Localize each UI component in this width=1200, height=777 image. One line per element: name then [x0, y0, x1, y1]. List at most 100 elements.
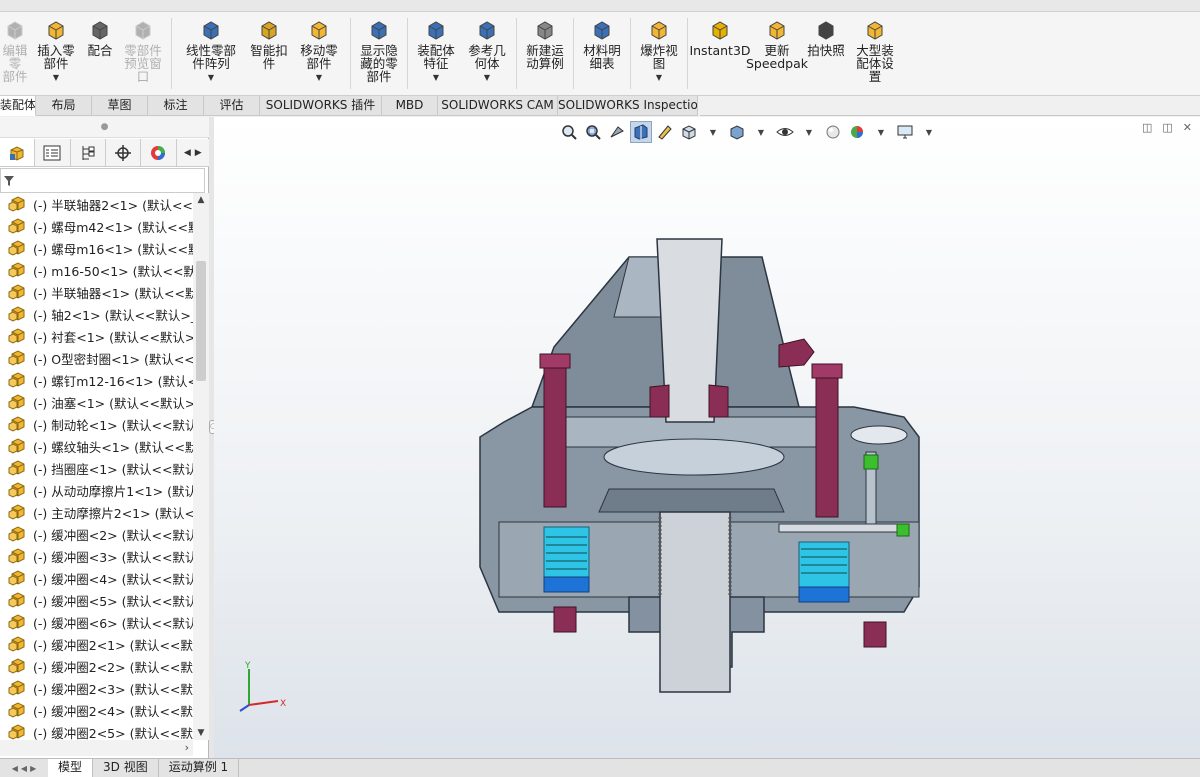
- chevron-down-icon[interactable]: ▼: [656, 71, 662, 84]
- tab-6[interactable]: MBD: [382, 96, 438, 116]
- pad-right: [798, 586, 850, 603]
- bottom-tab-nav[interactable]: ◀ ◀ ▶: [0, 759, 48, 777]
- tab-scroll-arrows[interactable]: ◀ ▶: [177, 139, 209, 166]
- scrollbar-thumb[interactable]: [196, 261, 206, 381]
- reference-geometry-button[interactable]: 参考几 何体 ▼: [461, 12, 513, 95]
- assembly-features-button[interactable]: 装配体 特征 ▼: [411, 12, 461, 95]
- tree-vertical-scrollbar[interactable]: ▲ ▼: [193, 193, 209, 740]
- linear-pattern-button[interactable]: 线性零部 件阵列 ▼: [175, 12, 247, 95]
- tree-item[interactable]: (-) 从动动摩擦片1<1> (默认<: [0, 479, 193, 501]
- tree-item[interactable]: (-) 挡圈座<1> (默认<<默认>: [0, 457, 193, 479]
- tab-4[interactable]: 评估: [204, 96, 260, 116]
- scroll-right-icon[interactable]: ›: [185, 741, 189, 754]
- chevron-down-icon[interactable]: ▼: [484, 71, 490, 84]
- bottom-tab-2[interactable]: 运动算例 1: [158, 759, 240, 777]
- first-tab-icon[interactable]: ◀: [12, 764, 18, 773]
- nut[interactable]: [778, 338, 815, 368]
- assembly-model-view[interactable]: Y X: [214, 117, 1200, 758]
- chevron-down-icon[interactable]: ▼: [53, 71, 59, 84]
- tree-item[interactable]: (-) 衬套<1> (默认<<默认>_显: [0, 325, 193, 347]
- feature-manager-tab[interactable]: [0, 139, 36, 166]
- tree-item[interactable]: (-) 缓冲圈<5> (默认<<默认>: [0, 589, 193, 611]
- tree-item[interactable]: (-) 缓冲圈2<2> (默认<<默认: [0, 655, 193, 677]
- tree-item[interactable]: (-) 缓冲圈2<3> (默认<<默认: [0, 677, 193, 699]
- tree-item[interactable]: (-) 缓冲圈<2> (默认<<默认>: [0, 523, 193, 545]
- tree-item[interactable]: (-) 制动轮<1> (默认<<默认>: [0, 413, 193, 435]
- bolt-left[interactable]: [543, 361, 567, 508]
- tree-item[interactable]: (-) 缓冲圈<3> (默认<<默认>: [0, 545, 193, 567]
- ribbon-button-label: 零部件 预览窗 口: [124, 43, 162, 84]
- update-speedpak-button[interactable]: 更新 Speedpak: [746, 12, 808, 95]
- chevron-down-icon[interactable]: ▼: [433, 71, 439, 84]
- tab-7[interactable]: SOLIDWORKS CAM: [438, 96, 558, 116]
- tab-5[interactable]: SOLIDWORKS 插件: [260, 96, 382, 116]
- show-hidden-button[interactable]: 显示隐 藏的零 部件: [354, 12, 404, 95]
- chevron-down-icon[interactable]: ▼: [316, 71, 322, 84]
- snapshot-button[interactable]: 拍快照: [805, 12, 847, 95]
- instant3d-button[interactable]: Instant3D: [689, 12, 751, 95]
- component-preview-button[interactable]: 零部件 预览窗 口: [118, 12, 168, 95]
- tree-item[interactable]: (-) m16-50<1> (默认<<默认: [0, 259, 193, 281]
- tree-item-label: (-) 主动摩擦片2<1> (默认<<默: [33, 505, 193, 521]
- bottom-tab-1[interactable]: 3D 视图: [93, 759, 159, 777]
- tree-item-label: (-) 挡圈座<1> (默认<<默认>: [33, 461, 193, 477]
- crosshair-icon: [115, 144, 132, 161]
- tree-item[interactable]: (-) 螺钉m12-16<1> (默认<<: [0, 369, 193, 391]
- tree-item[interactable]: (-) 缓冲圈<6> (默认<<默认>: [0, 611, 193, 633]
- tree-item[interactable]: (-) 缓冲圈2<1> (默认<<默认: [0, 633, 193, 655]
- assembly-section-model[interactable]: [479, 238, 920, 693]
- tab-3[interactable]: 标注: [148, 96, 204, 116]
- tree-item[interactable]: (-) 螺母m16<1> (默认<<默认: [0, 237, 193, 259]
- new-motion-study-icon: [537, 21, 553, 40]
- scroll-down-icon[interactable]: ▼: [193, 728, 209, 738]
- tab-2[interactable]: 草图: [92, 96, 148, 116]
- tree-item[interactable]: (-) 油塞<1> (默认<<默认>_显: [0, 391, 193, 413]
- tree-item[interactable]: (-) O型密封圈<1> (默认<<默: [0, 347, 193, 369]
- dimxpert-manager-tab[interactable]: [106, 139, 142, 166]
- display-manager-tab[interactable]: [141, 139, 177, 166]
- bottom-bolt-right[interactable]: [863, 621, 887, 648]
- tree-item[interactable]: (-) 缓冲圈<4> (默认<<默认>: [0, 567, 193, 589]
- large-assembly-button[interactable]: 大型装 配体设 置: [847, 12, 903, 95]
- tree-item[interactable]: (-) 螺母m42<1> (默认<<默认: [0, 215, 193, 237]
- bottom-tab-0[interactable]: 模型: [48, 759, 94, 777]
- mate-button[interactable]: 配合: [82, 12, 118, 95]
- tab-8[interactable]: SOLIDWORKS Inspection: [558, 96, 698, 116]
- scroll-up-icon[interactable]: ▲: [193, 195, 209, 205]
- next-tab-icon[interactable]: ▶: [30, 764, 36, 773]
- graphics-area[interactable]: ▼ ▼ ▼ ▼ ▼ ◫ ◫ ✕ Y X: [214, 117, 1200, 758]
- oil-channel-marker: [896, 523, 910, 537]
- panel-grip[interactable]: ●: [0, 117, 209, 138]
- insert-component-button[interactable]: 插入零 部件 ▼: [30, 12, 82, 95]
- prev-tab-icon[interactable]: ◀: [21, 764, 27, 773]
- ribbon-separator: [407, 18, 408, 89]
- tab-0[interactable]: 装配体: [0, 96, 36, 116]
- tree-item[interactable]: (-) 缓冲圈2<5> (默认<<默认: [0, 721, 193, 740]
- tree-item[interactable]: (-) 主动摩擦片2<1> (默认<<默: [0, 501, 193, 523]
- exploded-view-button[interactable]: 爆炸视 图 ▼: [634, 12, 684, 95]
- tree-filter[interactable]: [0, 168, 205, 193]
- bolt-right[interactable]: [815, 371, 839, 518]
- new-motion-study-button[interactable]: 新建运 动算例: [520, 12, 570, 95]
- chevron-right-icon[interactable]: ▶: [195, 148, 202, 158]
- bill-of-materials-button[interactable]: 材料明 细表: [577, 12, 627, 95]
- hole-opening: [850, 425, 908, 445]
- tree-item[interactable]: (-) 螺纹轴头<1> (默认<<默认: [0, 435, 193, 457]
- edit-component-button[interactable]: 编辑零 部件: [0, 12, 30, 95]
- tree-item[interactable]: (-) 半联轴器2<1> (默认<<默认: [0, 193, 193, 215]
- tree-horizontal-scrollbar[interactable]: ›: [0, 740, 193, 756]
- bottom-bolt-left[interactable]: [553, 606, 577, 633]
- tab-1[interactable]: 布局: [36, 96, 92, 116]
- tree-item[interactable]: (-) 轴2<1> (默认<<默认>_显: [0, 303, 193, 325]
- configuration-manager-tab[interactable]: [71, 139, 106, 166]
- tree-item[interactable]: (-) 半联轴器<1> (默认<<默认: [0, 281, 193, 303]
- property-manager-tab[interactable]: [35, 139, 71, 166]
- smart-fasteners-button[interactable]: 智能扣 件: [247, 12, 291, 95]
- ribbon-button-label: 材料明 细表: [583, 43, 621, 71]
- quick-access-strip: [0, 0, 1200, 12]
- chevron-down-icon[interactable]: ▼: [208, 71, 214, 84]
- chevron-left-icon[interactable]: ◀: [184, 148, 191, 158]
- move-component-button[interactable]: 移动零 部件 ▼: [291, 12, 347, 95]
- lower-shaft[interactable]: [659, 511, 731, 693]
- tree-item[interactable]: (-) 缓冲圈2<4> (默认<<默认: [0, 699, 193, 721]
